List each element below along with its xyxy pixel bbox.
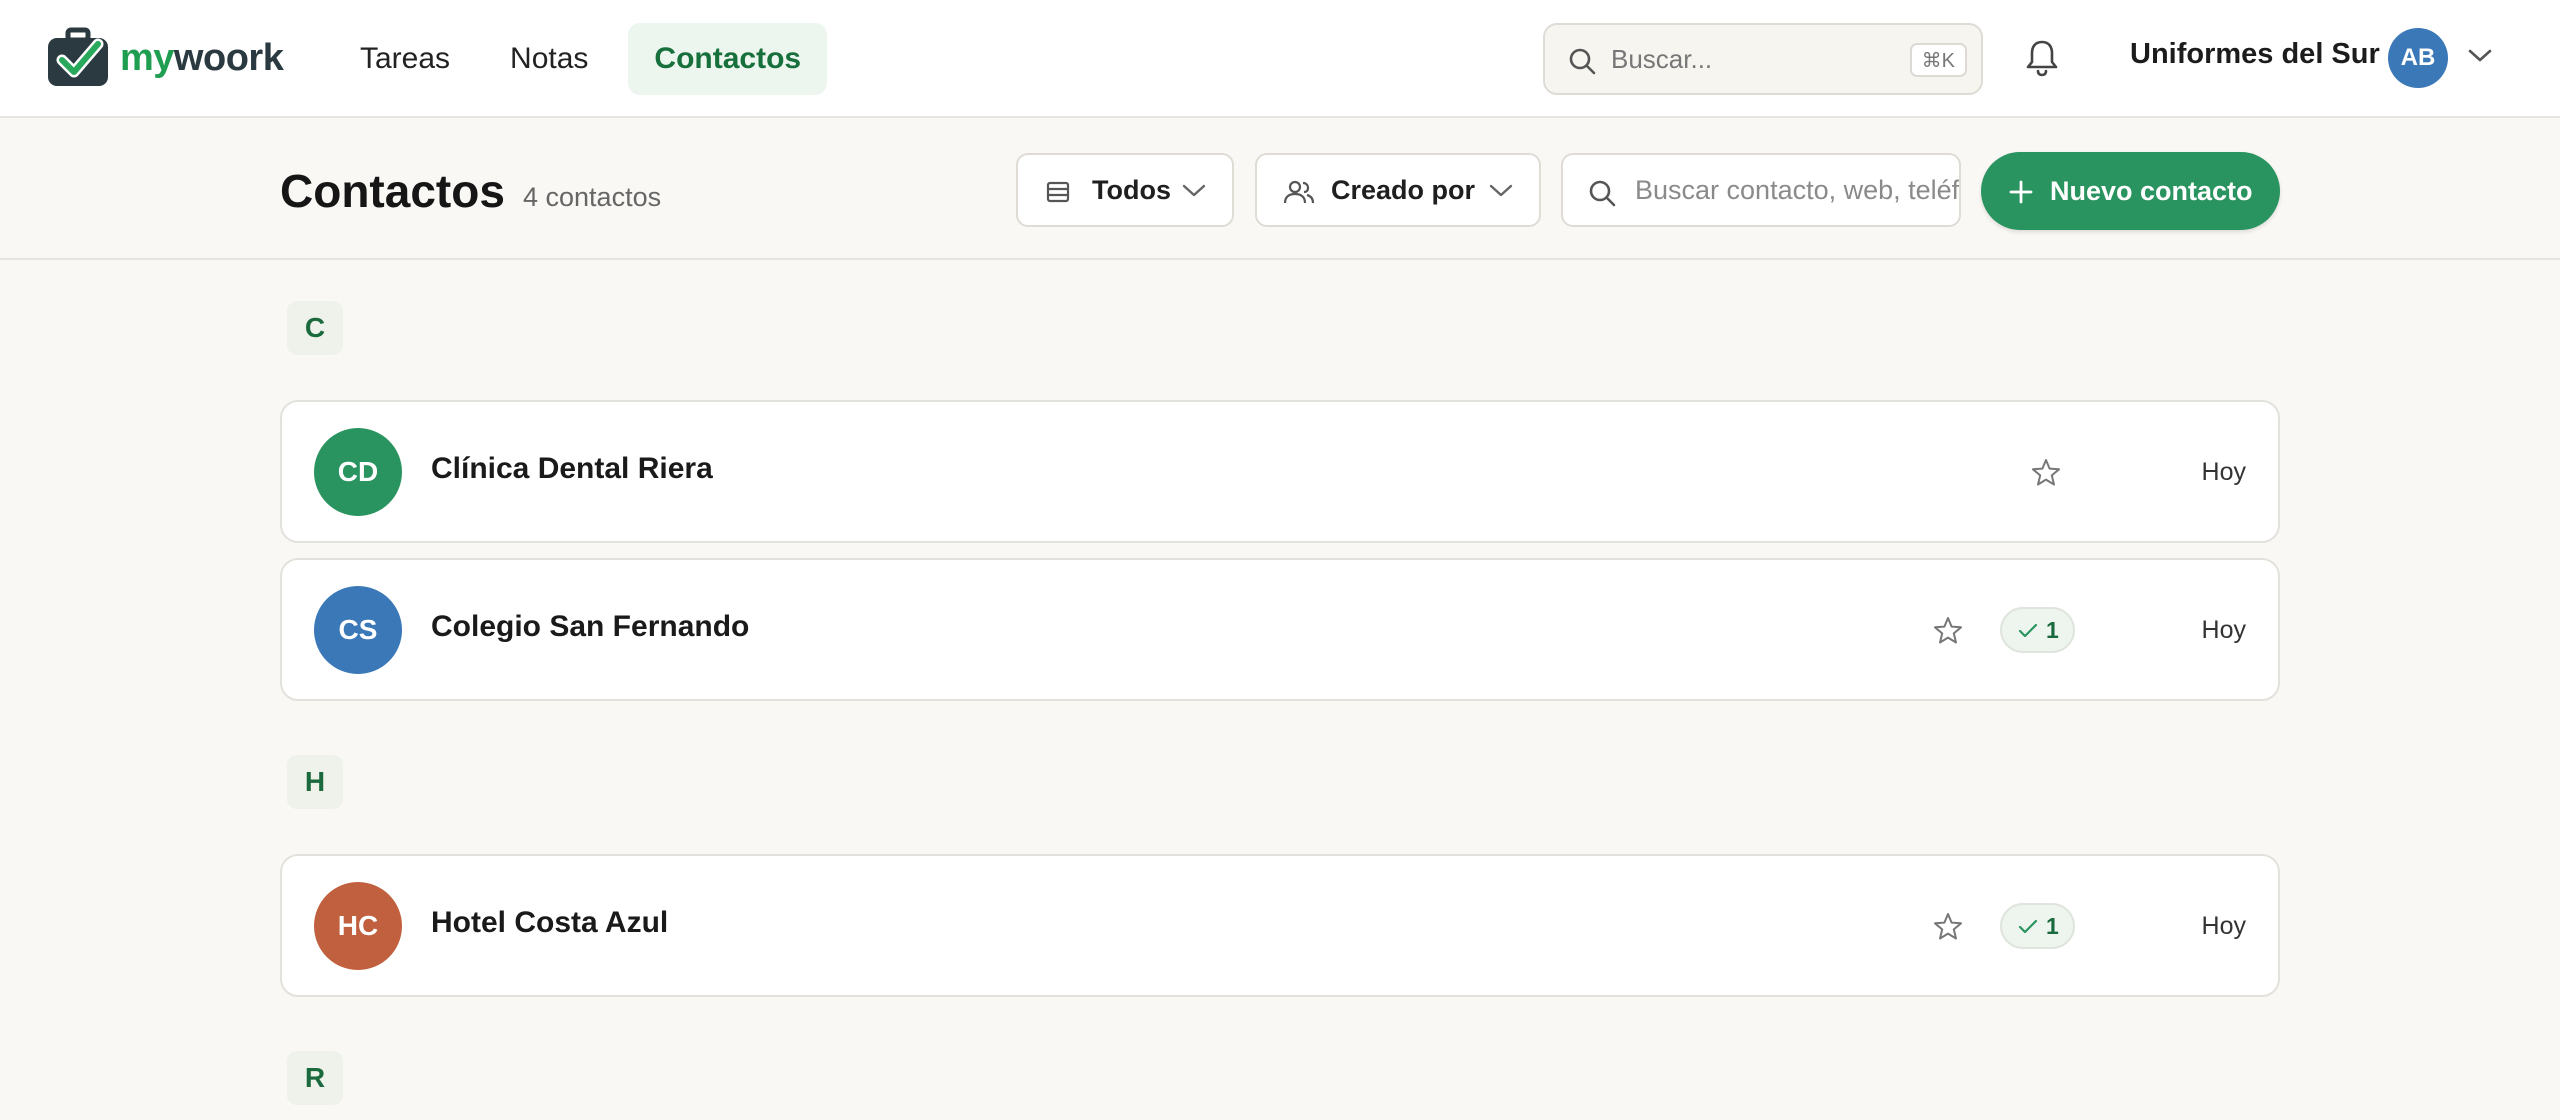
global-search-input[interactable]: Buscar... ⌘K: [1543, 23, 1983, 95]
task-count: 1: [2046, 616, 2059, 643]
global-search-placeholder: Buscar...: [1611, 43, 1713, 74]
main-nav: Tareas Notas Contactos: [340, 23, 847, 95]
task-count-badge: 1: [2000, 607, 2075, 653]
contact-date: Hoy: [2201, 458, 2246, 486]
contact-avatar: HC: [314, 882, 402, 970]
contact-row[interactable]: CS Colegio San Fernando 1 Hoy: [280, 558, 2280, 701]
star-icon[interactable]: [2030, 457, 2062, 489]
search-icon: [1589, 180, 1616, 207]
star-icon[interactable]: [1932, 615, 1964, 647]
app-name: mywoork: [120, 36, 284, 79]
contact-avatar: CD: [314, 428, 402, 516]
contact-name: Clínica Dental Riera: [431, 452, 713, 485]
creator-filter-dropdown[interactable]: Creado por: [1255, 153, 1541, 227]
organization-name[interactable]: Uniformes del Sur: [2130, 38, 2380, 71]
notifications-bell-icon[interactable]: [2024, 38, 2060, 83]
contact-name: Colegio San Fernando: [431, 610, 750, 643]
users-icon: [1283, 180, 1315, 204]
top-navbar: mywoork Tareas Notas Contactos Buscar...…: [0, 0, 2560, 118]
task-count-badge: 1: [2000, 903, 2075, 949]
chevron-down-icon: [1182, 184, 1206, 197]
plus-icon: [2009, 180, 2033, 204]
user-avatar[interactable]: AB: [2388, 28, 2448, 88]
star-icon[interactable]: [1932, 911, 1964, 943]
search-icon: [1569, 48, 1596, 75]
briefcase-check-icon: [46, 26, 110, 90]
contact-date: Hoy: [2201, 616, 2246, 644]
list-icon: [1046, 181, 1070, 203]
contact-name: Hotel Costa Azul: [431, 906, 669, 939]
type-filter-label: Todos: [1092, 174, 1171, 205]
group-letter-h: H: [287, 755, 343, 809]
contact-avatar: CS: [314, 586, 402, 674]
contact-count: 4 contactos: [523, 182, 662, 212]
task-count: 1: [2046, 912, 2059, 939]
chevron-down-icon: [1489, 184, 1513, 197]
contact-row[interactable]: HC Hotel Costa Azul 1 Hoy: [280, 854, 2280, 997]
contact-search-input[interactable]: Buscar contacto, web, teléfono...: [1561, 153, 1961, 227]
app-logo[interactable]: mywoork: [46, 26, 284, 90]
nav-tab-notas[interactable]: Notas: [490, 23, 608, 95]
new-contact-label: Nuevo contacto: [2050, 175, 2253, 206]
page-title: Contactos: [280, 165, 505, 217]
contact-date: Hoy: [2201, 912, 2246, 940]
nav-tab-contactos[interactable]: Contactos: [628, 23, 828, 95]
group-letter-r: R: [287, 1051, 343, 1105]
check-icon: [2018, 623, 2038, 638]
contact-row[interactable]: CD Clínica Dental Riera Hoy: [280, 400, 2280, 543]
page-header: Contactos 4 contactos Todos Creado por B…: [0, 118, 2560, 260]
type-filter-dropdown[interactable]: Todos: [1016, 153, 1234, 227]
nav-tab-tareas[interactable]: Tareas: [340, 23, 470, 95]
shortcut-hint: ⌘K: [1909, 43, 1967, 77]
new-contact-button[interactable]: Nuevo contacto: [1981, 152, 2280, 230]
contact-search-placeholder: Buscar contacto, web, teléfono...: [1635, 174, 1960, 205]
check-icon: [2018, 919, 2038, 934]
group-letter-c: C: [287, 301, 343, 355]
chevron-down-icon[interactable]: [2468, 48, 2492, 69]
creator-filter-label: Creado por: [1331, 174, 1476, 205]
